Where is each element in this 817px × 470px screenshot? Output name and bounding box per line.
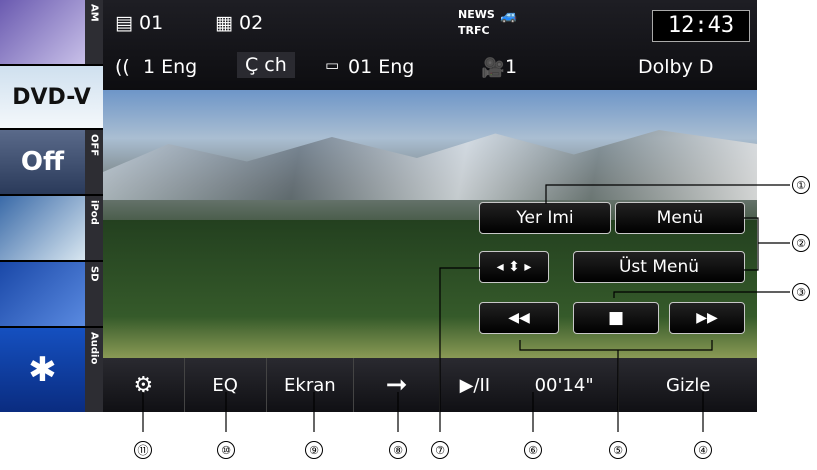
callout-11: ⑪ bbox=[134, 441, 152, 459]
callout-4: ④ bbox=[694, 441, 712, 459]
callout-7: ⑦ bbox=[431, 441, 449, 459]
callout-10: ⑩ bbox=[217, 441, 235, 459]
callout-3: ③ bbox=[792, 283, 810, 301]
callout-lines bbox=[142, 184, 790, 432]
callout-1: ① bbox=[792, 176, 810, 194]
callout-9: ⑨ bbox=[305, 441, 323, 459]
callout-2: ② bbox=[792, 234, 810, 252]
callout-8: ⑧ bbox=[389, 441, 407, 459]
callout-5: ⑤ bbox=[609, 441, 627, 459]
callout-6: ⑥ bbox=[524, 441, 542, 459]
